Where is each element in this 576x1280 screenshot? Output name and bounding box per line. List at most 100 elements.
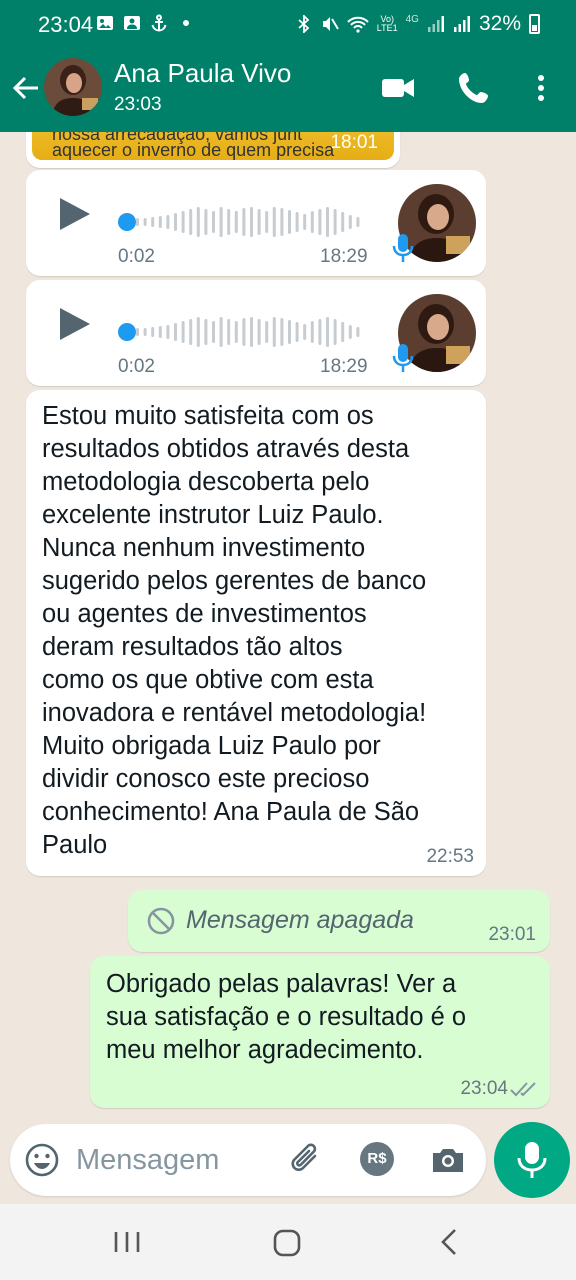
message-composer: R$ — [10, 1124, 486, 1196]
back-arrow-icon[interactable] — [8, 70, 44, 106]
waveform-bar — [158, 326, 162, 338]
waveform-bar — [242, 208, 246, 236]
waveform-bar — [174, 323, 177, 341]
status-time: 23:04 — [38, 12, 94, 37]
message-time: 23:01 — [488, 924, 536, 945]
waveform-bar — [151, 217, 155, 227]
waveform-bar — [212, 321, 215, 343]
waveform-bar — [174, 213, 177, 231]
double-check-icon — [510, 1082, 536, 1097]
waveform-bar — [143, 218, 147, 226]
message-time: 18:29 — [320, 246, 368, 267]
voice-duration: 0:02 — [118, 246, 155, 267]
waveform-bar — [318, 319, 322, 345]
nav-back-icon[interactable] — [436, 1226, 462, 1258]
waveform-bar — [272, 317, 276, 347]
image-caption-line: aquecer o inverno de quem precisa — [52, 140, 335, 160]
waveform-bar — [204, 209, 208, 235]
message-time: 18:29 — [320, 356, 368, 377]
waveform-bar — [288, 320, 291, 344]
message-time: 23:04 — [460, 1078, 508, 1099]
waveform-bar — [227, 319, 231, 345]
waveform-bar — [288, 210, 291, 234]
waveform-bar — [196, 207, 200, 237]
waveform-bar — [151, 327, 155, 337]
message-time: 22:53 — [426, 846, 474, 867]
waveform-bar — [136, 218, 139, 226]
voice-duration: 0:02 — [118, 356, 155, 377]
voice-message[interactable]: 0:02 18:29 — [26, 280, 486, 386]
home-icon[interactable] — [272, 1228, 302, 1258]
voice-mic-icon — [392, 234, 414, 262]
waveform-bar — [227, 209, 231, 235]
battery-percent: 32% — [478, 12, 521, 35]
system-nav-bar — [0, 1204, 576, 1280]
waveform-bar — [326, 317, 329, 347]
playback-thumb[interactable] — [118, 323, 136, 341]
play-icon[interactable] — [58, 306, 92, 342]
waveform-bar — [181, 321, 185, 343]
waveform-bar — [333, 209, 337, 235]
waveform-bar — [250, 317, 253, 347]
attach-icon[interactable] — [288, 1140, 326, 1178]
waveform-bar — [303, 214, 307, 230]
voice-call-icon[interactable] — [456, 70, 492, 106]
waveform-bar — [143, 328, 147, 336]
waveform-bar — [219, 317, 223, 347]
chat-area[interactable]: nossa arrecadação, vamos junt aquecer o … — [0, 132, 576, 1122]
waveform-bar — [272, 207, 276, 237]
signal-icon-sim1 — [427, 16, 444, 32]
voice-message[interactable]: 0:02 18:29 — [26, 170, 486, 276]
waveform-bar — [242, 318, 246, 346]
waveform-bar — [257, 209, 261, 235]
waveform-bar — [341, 212, 345, 232]
last-seen-time: 23:03 — [114, 94, 162, 115]
recents-icon[interactable] — [112, 1226, 142, 1258]
contact-avatar[interactable] — [44, 58, 102, 116]
waveform-bar — [310, 321, 314, 343]
anchor-notification-icon — [151, 14, 167, 32]
battery-icon — [529, 14, 540, 34]
more-notifications-dot — [183, 20, 189, 26]
waveform-bar — [348, 325, 352, 339]
waveform-bar — [318, 209, 322, 235]
emoji-icon[interactable] — [24, 1142, 60, 1178]
waveform-bar — [356, 217, 360, 227]
waveform-bar — [280, 208, 284, 236]
bluetooth-icon — [298, 15, 310, 33]
chat-header: Ana Paula Vivo 23:03 — [0, 52, 576, 132]
payment-icon[interactable]: R$ — [360, 1142, 394, 1176]
waveform-bar — [136, 328, 139, 336]
waveform-bar — [189, 209, 193, 235]
waveform-bar — [341, 322, 345, 342]
contact-name[interactable]: Ana Paula Vivo — [114, 58, 291, 89]
deleted-message[interactable]: Mensagem apagada 23:01 — [128, 890, 550, 952]
waveform-bar — [265, 321, 269, 343]
playback-thumb[interactable] — [118, 213, 136, 231]
camera-icon[interactable] — [430, 1142, 466, 1178]
deleted-label: Mensagem apagada — [186, 906, 414, 934]
message-image[interactable]: nossa arrecadação, vamos junt aquecer o … — [32, 132, 394, 160]
more-options-icon[interactable] — [526, 70, 556, 106]
waveform-bar — [265, 211, 269, 233]
message-input[interactable] — [76, 1142, 266, 1178]
waveform-bar — [295, 212, 299, 232]
volte-indicator: Vo) LTE1 — [376, 14, 398, 33]
waveform-bar — [234, 321, 238, 343]
image-message[interactable]: nossa arrecadação, vamos junt aquecer o … — [26, 132, 400, 168]
audio-waveform[interactable] — [118, 204, 368, 240]
waveform-bar — [196, 317, 200, 347]
video-call-icon[interactable] — [380, 70, 416, 106]
voice-mic-icon — [392, 344, 414, 372]
message-body: Obrigado pelas palavras! Ver a sua satis… — [106, 970, 467, 1064]
outgoing-text-message[interactable]: Obrigado pelas palavras! Ver a sua satis… — [90, 956, 550, 1108]
record-voice-button[interactable] — [494, 1122, 570, 1198]
message-time: 18:01 — [330, 132, 378, 153]
message-body: Estou muito satisfeita com os resultados… — [42, 402, 427, 859]
waveform-bar — [166, 215, 170, 229]
play-icon[interactable] — [58, 196, 92, 232]
waveform-bar — [181, 211, 185, 233]
waveform-bar — [310, 211, 314, 233]
audio-waveform[interactable] — [118, 314, 368, 350]
incoming-text-message[interactable]: Estou muito satisfeita com os resultados… — [26, 390, 486, 876]
